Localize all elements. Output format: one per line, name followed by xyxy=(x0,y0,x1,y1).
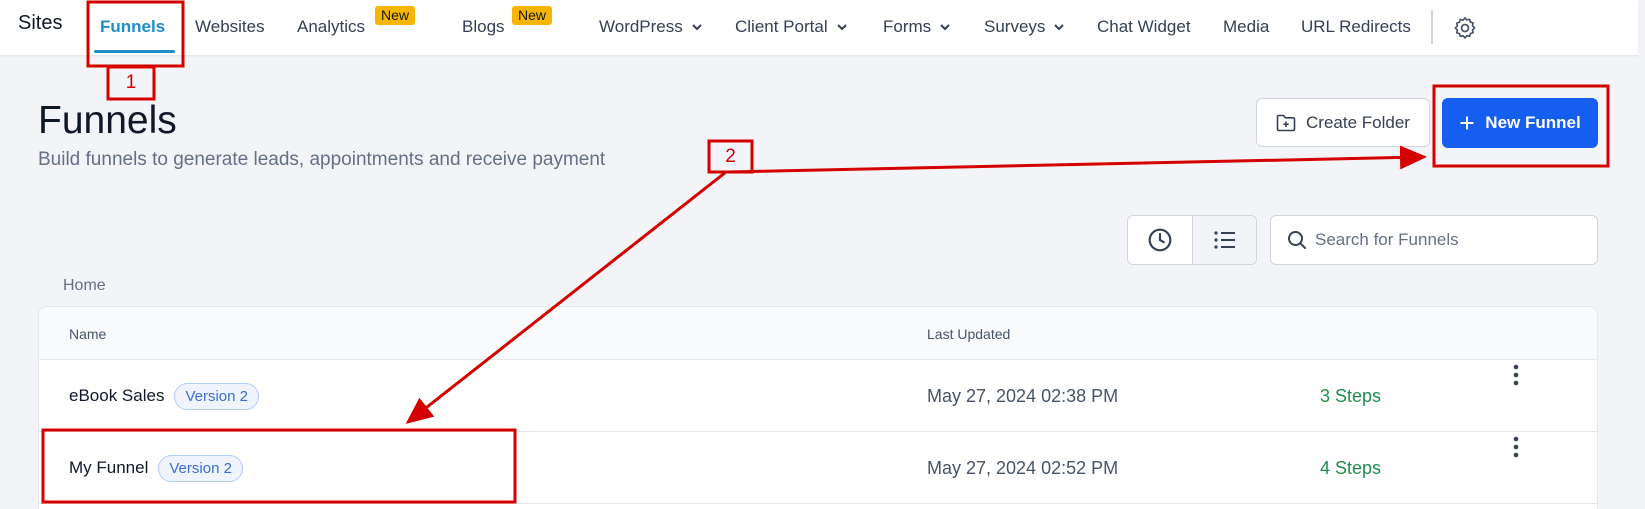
brand-title: Sites xyxy=(18,11,63,34)
funnel-name[interactable]: eBook Sales xyxy=(69,386,164,406)
chevron-down-icon xyxy=(940,24,950,31)
list-icon xyxy=(1213,231,1235,249)
version-badge: Version 2 xyxy=(174,382,259,410)
table-row[interactable]: My Funnel Version 2 May 27, 2024 02:52 P… xyxy=(39,432,1597,504)
nav-divider xyxy=(1431,10,1433,44)
table-row[interactable]: eBook Sales Version 2 May 27, 2024 02:38… xyxy=(39,360,1597,432)
tab-forms-label: Forms xyxy=(883,17,932,36)
list-view-button[interactable] xyxy=(1192,216,1256,264)
annotation-label-2: 2 xyxy=(725,145,736,167)
annotation-label-1: 1 xyxy=(125,72,137,93)
gear-icon[interactable] xyxy=(1452,15,1478,41)
version-badge: Version 2 xyxy=(158,454,243,482)
kebab-menu-icon xyxy=(1513,436,1519,458)
page-subtitle: Build funnels to generate leads, appoint… xyxy=(38,149,606,170)
chevron-down-icon xyxy=(836,24,847,31)
tab-forms[interactable]: Forms xyxy=(883,0,951,54)
view-toggle xyxy=(1127,215,1257,265)
search-container xyxy=(1270,215,1598,265)
clock-icon xyxy=(1148,228,1172,252)
breadcrumb-home[interactable]: Home xyxy=(63,277,106,295)
column-header-last-updated: Last Updated xyxy=(927,326,1011,342)
chevron-down-icon xyxy=(1054,24,1065,31)
new-badge-analytics: New xyxy=(375,6,416,25)
recent-view-button[interactable] xyxy=(1128,216,1192,264)
tab-wordpress-label: WordPress xyxy=(599,17,683,36)
last-updated: May 27, 2024 02:52 PM xyxy=(927,457,1119,478)
search-icon xyxy=(1288,231,1306,249)
folder-plus-icon xyxy=(1276,114,1296,131)
tab-surveys-label: Surveys xyxy=(984,17,1046,36)
tab-analytics[interactable]: Analytics xyxy=(297,0,365,54)
active-tab-underline xyxy=(94,50,175,53)
arrow-to-new-funnel xyxy=(727,145,1427,174)
steps-count: 4 Steps xyxy=(1320,457,1382,478)
table-header: Name Last Updated xyxy=(39,307,1597,360)
new-funnel-label: New Funnel xyxy=(1485,113,1581,132)
tab-funnels[interactable]: Funnels xyxy=(100,0,165,54)
top-navigation: Sites Funnels Websites Analytics New Blo… xyxy=(0,0,1638,56)
tab-client-portal-label: Client Portal xyxy=(735,17,828,36)
page-title: Funnels xyxy=(38,99,177,142)
tab-wordpress[interactable]: WordPress xyxy=(599,0,703,54)
tab-client-portal[interactable]: Client Portal xyxy=(735,0,848,54)
row-actions-button[interactable] xyxy=(1506,360,1526,390)
funnel-name[interactable]: My Funnel xyxy=(69,458,148,478)
new-funnel-button[interactable]: New Funnel xyxy=(1442,98,1598,148)
plus-icon xyxy=(1460,116,1474,130)
row-actions-button[interactable] xyxy=(1506,432,1526,462)
new-badge-blogs: New xyxy=(512,6,553,25)
last-updated: May 27, 2024 02:38 PM xyxy=(927,385,1119,406)
funnels-table: Name Last Updated eBook Sales Version 2 … xyxy=(38,306,1598,509)
kebab-menu-icon xyxy=(1513,364,1519,386)
tab-url-redirects[interactable]: URL Redirects xyxy=(1301,0,1411,54)
create-folder-button[interactable]: Create Folder xyxy=(1256,98,1430,147)
tab-chat-widget[interactable]: Chat Widget xyxy=(1097,0,1191,54)
column-header-name: Name xyxy=(69,326,107,342)
tab-surveys[interactable]: Surveys xyxy=(984,0,1065,54)
chevron-down-icon xyxy=(692,24,702,31)
funnel-name-cell: My Funnel Version 2 xyxy=(69,432,243,504)
tab-media[interactable]: Media xyxy=(1223,0,1269,54)
tab-blogs[interactable]: Blogs xyxy=(462,0,505,54)
steps-count: 3 Steps xyxy=(1320,385,1382,406)
funnel-name-cell: eBook Sales Version 2 xyxy=(69,360,259,432)
tab-websites[interactable]: Websites xyxy=(195,0,265,54)
create-folder-label: Create Folder xyxy=(1306,112,1410,132)
search-input[interactable] xyxy=(1315,230,1595,250)
